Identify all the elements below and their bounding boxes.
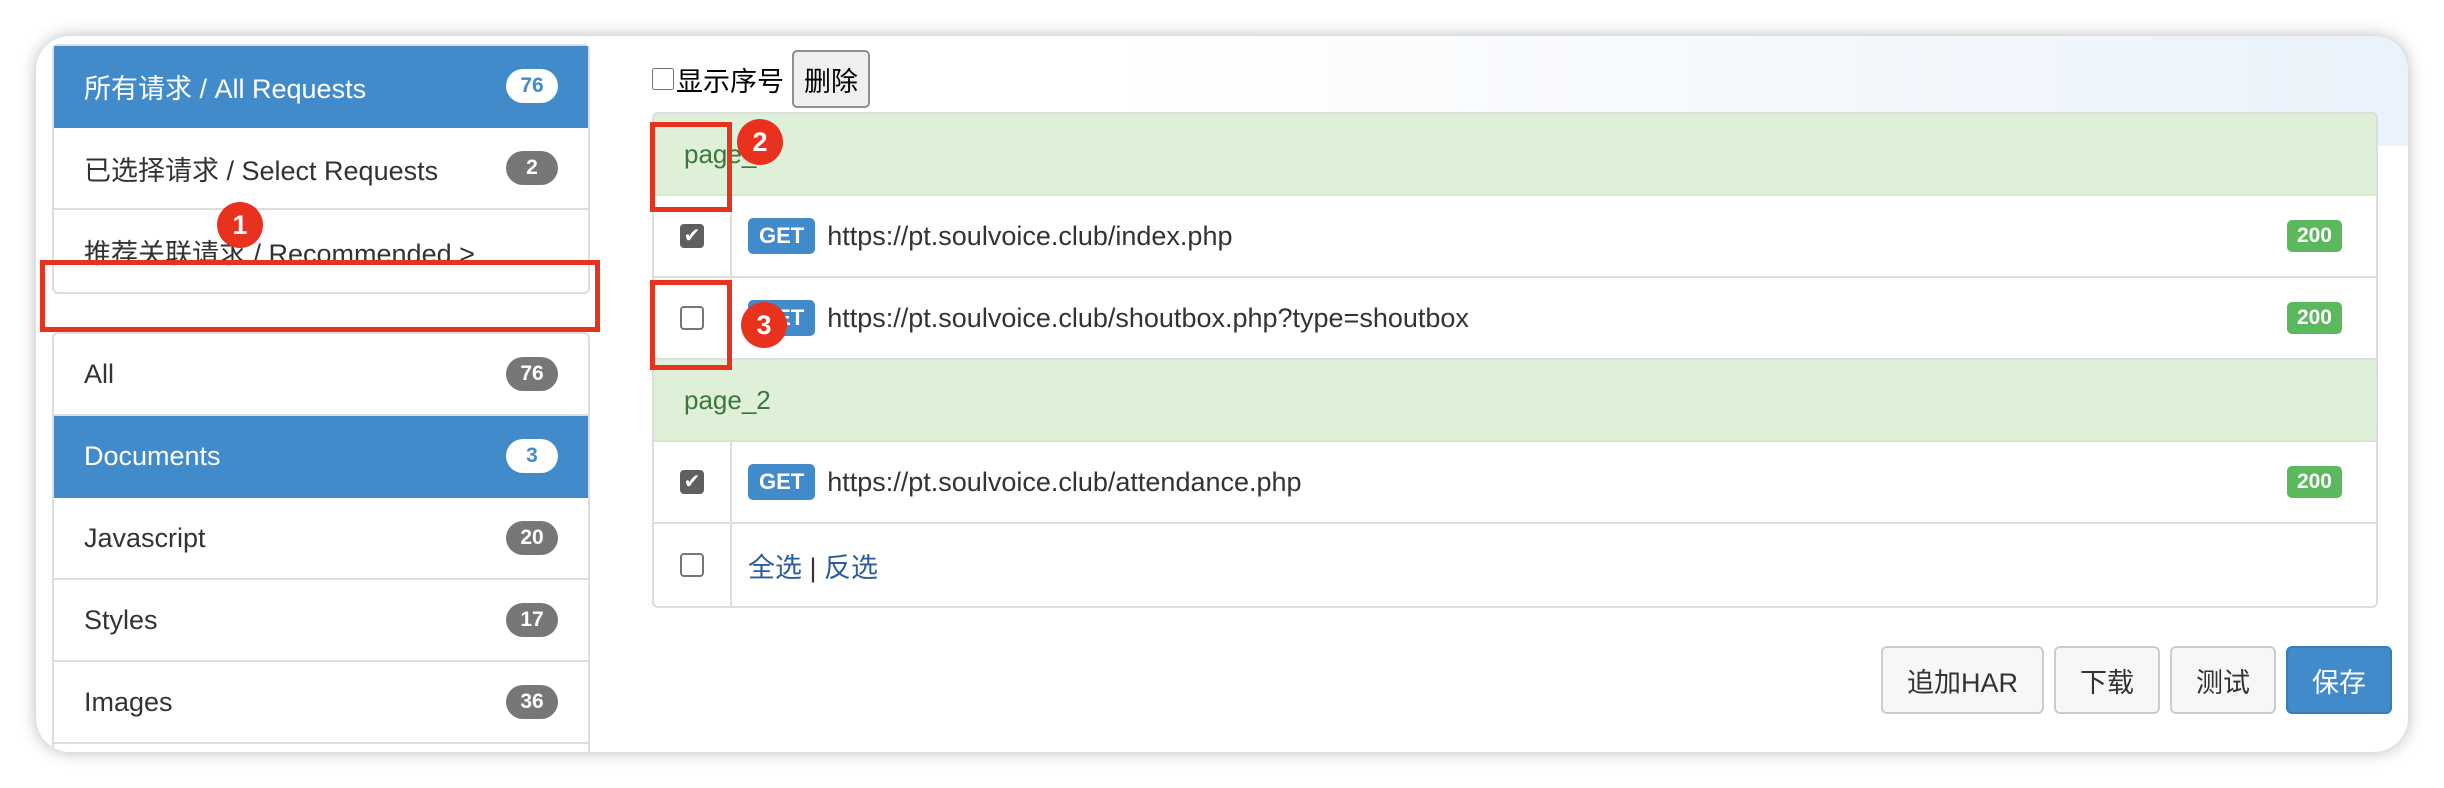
step-marker-3: 3 — [741, 302, 787, 348]
app-window: 所有请求 / All Requests 76 已选择请求 / Select Re… — [36, 36, 2408, 752]
type-filter-images[interactable]: Images 36 — [54, 662, 588, 744]
count-badge: 3 — [506, 439, 558, 473]
status-badge: 200 — [2286, 220, 2342, 252]
select-all-checkbox[interactable] — [680, 553, 704, 577]
filter-recommended-requests[interactable]: 推荐关联请求 / Recommended > — [54, 210, 588, 292]
checkbox-cell: ✔ — [654, 442, 732, 522]
filter-label: 已选择请求 / Select Requests — [84, 155, 439, 186]
show-index-checkbox[interactable] — [652, 68, 674, 90]
type-filter-styles[interactable]: Styles 17 — [54, 580, 588, 662]
download-button[interactable]: 下载 — [2054, 646, 2160, 714]
status-badge: 200 — [2286, 466, 2342, 498]
type-filter-documents[interactable]: Documents 3 — [54, 416, 588, 498]
count-badge: 76 — [506, 357, 558, 391]
count-badge: 17 — [506, 603, 558, 637]
count-badge: 36 — [506, 685, 558, 719]
request-row[interactable]: GET https://pt.soulvoice.club/shoutbox.p… — [654, 278, 2376, 360]
select-all-row: 全选 | 反选 — [654, 524, 2376, 606]
delete-button[interactable]: 删除 — [792, 50, 870, 108]
request-row[interactable]: ✔ GET https://pt.soulvoice.club/attendan… — [654, 442, 2376, 524]
method-badge: GET — [748, 464, 816, 500]
request-url: https://pt.soulvoice.club/shoutbox.php?t… — [827, 302, 1469, 333]
filter-label: Styles — [84, 604, 158, 635]
test-button[interactable]: 测试 — [2170, 646, 2276, 714]
toolbar: 显示序号 删除 — [652, 48, 870, 110]
request-url: https://pt.soulvoice.club/attendance.php — [827, 466, 1302, 497]
show-index-label: 显示序号 — [676, 66, 784, 97]
request-filter-list: 所有请求 / All Requests 76 已选择请求 / Select Re… — [52, 44, 590, 294]
type-filter-javascript[interactable]: Javascript 20 — [54, 498, 588, 580]
status-badge: 200 — [2286, 302, 2342, 334]
group-name: page_2 — [684, 384, 771, 415]
count-badge: 20 — [506, 521, 558, 555]
step-marker-1: 1 — [217, 202, 263, 248]
request-url: https://pt.soulvoice.club/index.php — [827, 220, 1233, 251]
checkbox-cell — [654, 278, 732, 358]
filter-label: Images — [84, 686, 173, 717]
select-all-link[interactable]: 全选 — [748, 553, 802, 583]
request-checkbox[interactable] — [680, 306, 704, 330]
request-list-panel: page_1 ✔ GET https://pt.soulvoice.club/i… — [652, 112, 2378, 608]
request-row[interactable]: ✔ GET https://pt.soulvoice.club/index.ph… — [654, 196, 2376, 278]
filter-label: 所有请求 / All Requests — [84, 73, 367, 104]
type-filter-all[interactable]: All 76 — [54, 334, 588, 416]
type-filter-list: All 76 Documents 3 Javascript 20 Styles … — [52, 332, 590, 752]
step-marker-2: 2 — [737, 119, 783, 165]
filter-label: Javascript — [84, 522, 206, 553]
count-badge: 2 — [506, 151, 558, 185]
link-separator: | — [809, 552, 817, 583]
append-har-button[interactable]: 追加HAR — [1880, 646, 2044, 714]
invert-selection-link[interactable]: 反选 — [824, 553, 878, 583]
filter-selected-requests[interactable]: 已选择请求 / Select Requests 2 — [54, 128, 588, 210]
checkbox-cell — [654, 524, 732, 606]
method-badge: GET — [748, 218, 816, 254]
group-header-page-2: page_2 — [654, 360, 2376, 442]
filter-label: All — [84, 358, 115, 389]
save-button[interactable]: 保存 — [2286, 646, 2392, 714]
action-buttons: 追加HAR 下载 测试 保存 — [1880, 646, 2392, 714]
filter-label: 推荐关联请求 / Recommended > — [84, 238, 475, 269]
filter-all-requests[interactable]: 所有请求 / All Requests 76 — [54, 46, 588, 128]
count-badge: 76 — [506, 69, 558, 103]
request-checkbox[interactable]: ✔ — [680, 224, 704, 248]
filter-label: Documents — [84, 440, 221, 471]
request-checkbox[interactable]: ✔ — [680, 470, 704, 494]
group-header-page-1: page_1 — [654, 114, 2376, 196]
selection-links: 全选 | 反选 — [748, 546, 878, 585]
checkbox-cell: ✔ — [654, 196, 732, 276]
